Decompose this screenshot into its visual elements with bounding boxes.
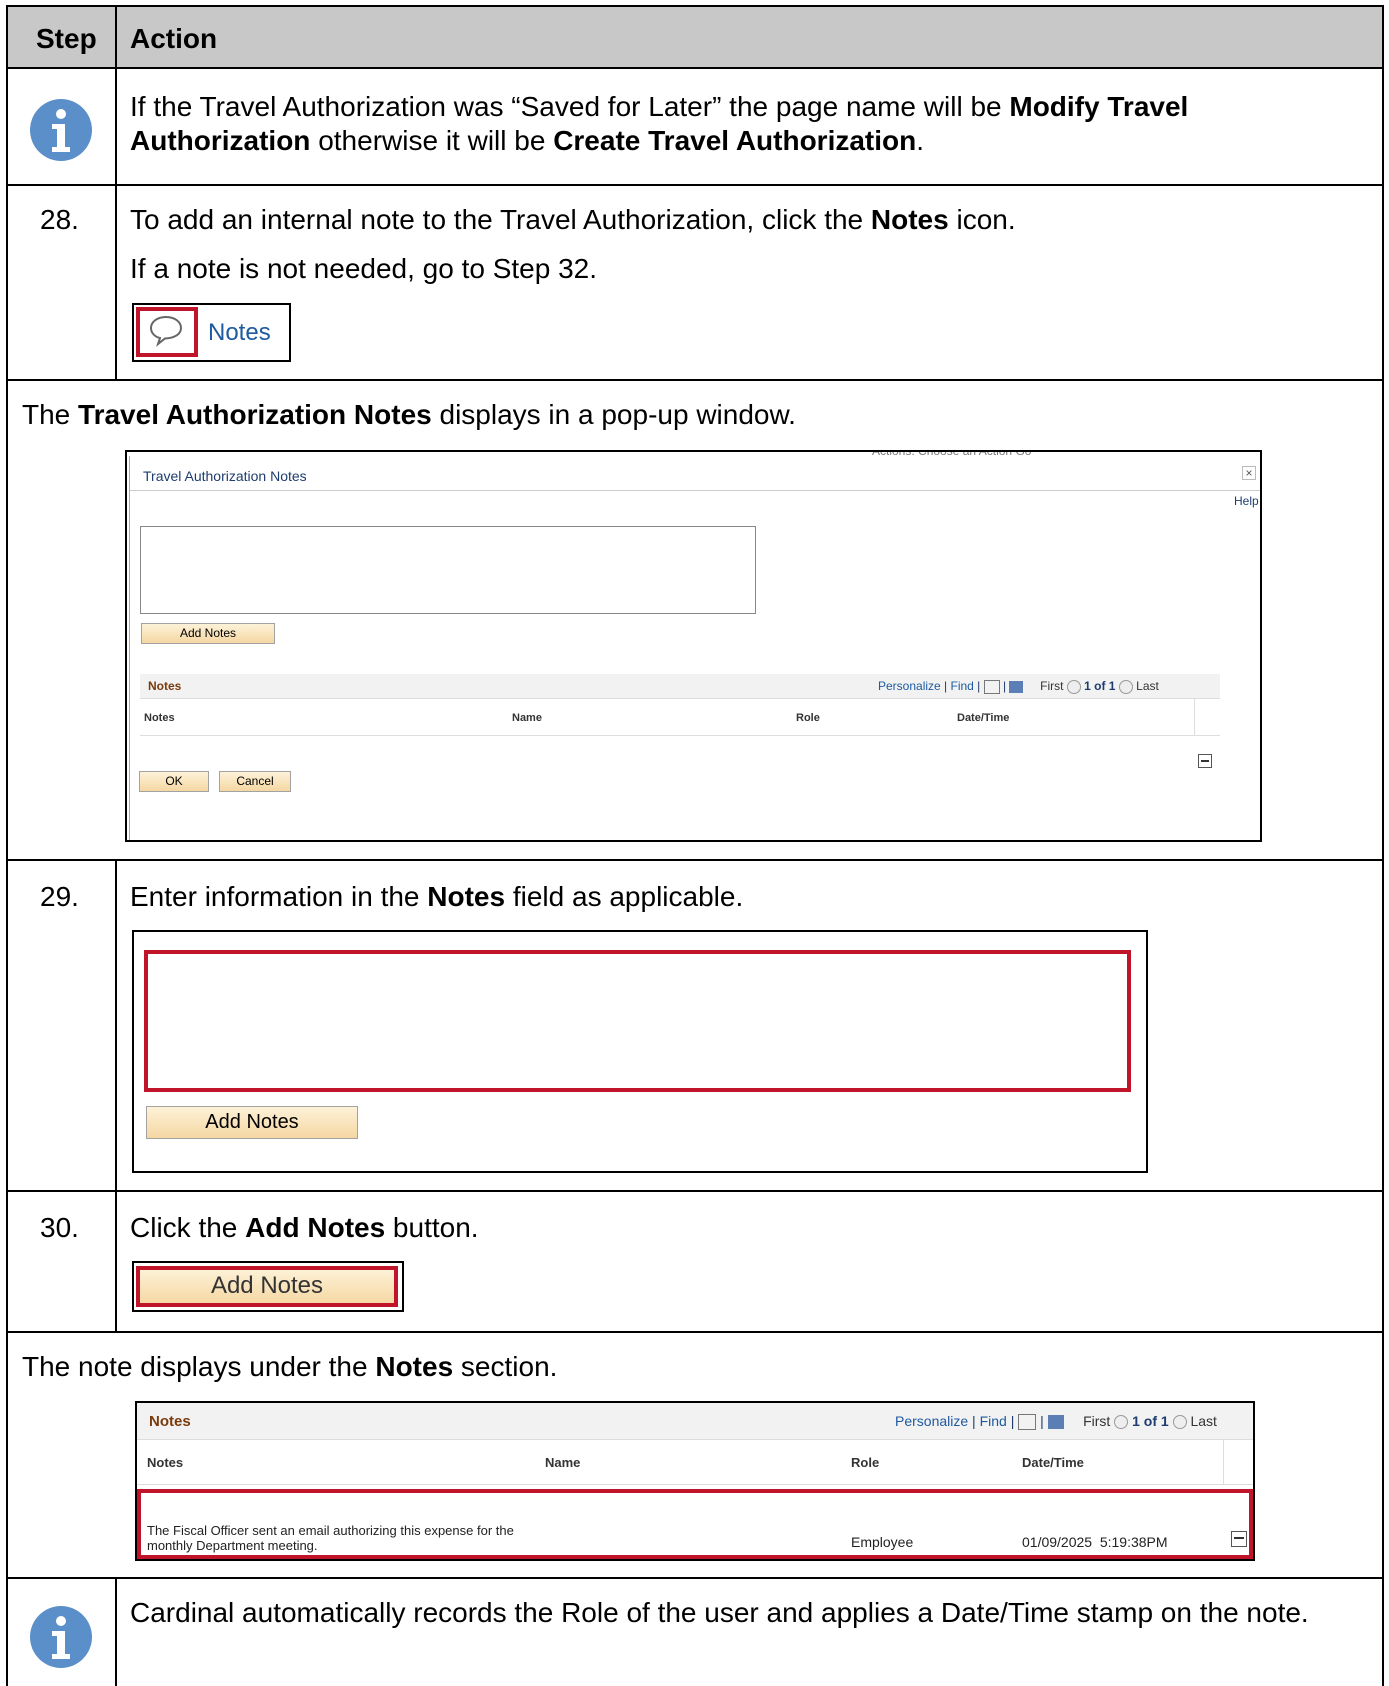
download-icon[interactable] bbox=[1009, 680, 1024, 693]
row-count: 1 of 1 bbox=[1084, 679, 1116, 693]
popup-title-rule bbox=[130, 490, 1260, 491]
view-all-icon[interactable] bbox=[983, 679, 1000, 694]
grid-col-sep bbox=[1194, 698, 1195, 736]
col-name: Name bbox=[512, 712, 542, 724]
next-icon[interactable] bbox=[1172, 1415, 1187, 1430]
grid-nav: Personalize | Find | | First 1 of 1 Last bbox=[878, 679, 1159, 694]
first-label: First bbox=[1040, 679, 1064, 693]
add-notes-highlight bbox=[136, 1266, 398, 1307]
info-icon bbox=[30, 99, 92, 161]
next-icon[interactable] bbox=[1118, 679, 1133, 694]
new-note-highlight bbox=[137, 1489, 1253, 1559]
notes-field-screenshot: Add Notes bbox=[132, 930, 1148, 1173]
add-notes-screenshot: Add Notes bbox=[132, 1261, 404, 1312]
step-number: 30. bbox=[40, 1212, 79, 1243]
popup-screenshot: Actions: Choose an Action Go Travel Auth… bbox=[125, 450, 1262, 842]
add-notes-button[interactable]: Add Notes bbox=[141, 623, 275, 644]
grid-title: Notes bbox=[148, 679, 182, 693]
prev-icon[interactable] bbox=[1066, 679, 1081, 694]
first-label: First bbox=[1083, 1413, 1111, 1429]
row-divider bbox=[6, 859, 1384, 861]
header-col-line bbox=[115, 7, 117, 67]
speech-bubble-icon[interactable] bbox=[148, 313, 184, 347]
col-name: Name bbox=[545, 1455, 581, 1470]
view-all-icon[interactable] bbox=[1018, 1414, 1037, 1431]
col-datetime: Date/Time bbox=[957, 712, 1010, 724]
col-notes: Notes bbox=[144, 712, 175, 724]
personalize-link[interactable]: Personalize bbox=[878, 679, 941, 693]
col-line bbox=[115, 186, 117, 379]
notes-textarea[interactable] bbox=[140, 526, 756, 614]
grid-header-row bbox=[137, 1439, 1253, 1485]
header-divider bbox=[6, 67, 1384, 69]
header-action: Action bbox=[130, 23, 218, 54]
row-divider bbox=[6, 379, 1384, 381]
row-divider bbox=[6, 184, 1384, 186]
step-number: 29. bbox=[40, 881, 79, 912]
grid-nav: Personalize | Find | | First 1 of 1 Last bbox=[895, 1413, 1217, 1431]
cancel-button[interactable]: Cancel bbox=[219, 771, 291, 792]
grid-header-row bbox=[140, 698, 1220, 736]
prev-icon[interactable] bbox=[1114, 1415, 1129, 1430]
notes-textarea-highlight bbox=[144, 950, 1131, 1092]
download-icon[interactable] bbox=[1047, 1415, 1064, 1430]
header-step: Step bbox=[36, 23, 97, 54]
col-line bbox=[115, 861, 117, 1190]
col-role: Role bbox=[851, 1455, 880, 1470]
step-29-text: Enter information in the Notes field as … bbox=[130, 881, 744, 912]
popup-intro-text: The Travel Authorization Notes displays … bbox=[22, 399, 796, 430]
row-divider bbox=[6, 1577, 1384, 1579]
row-divider bbox=[6, 1331, 1384, 1333]
col-notes: Notes bbox=[147, 1455, 184, 1470]
col-datetime: Date/Time bbox=[1022, 1455, 1084, 1470]
step-28-text: To add an internal note to the Travel Au… bbox=[130, 204, 1016, 235]
ok-button[interactable]: OK bbox=[139, 771, 209, 792]
row-count: 1 of 1 bbox=[1132, 1413, 1169, 1429]
info-icon bbox=[30, 1606, 92, 1668]
popup-title: Travel Authorization Notes bbox=[143, 468, 307, 484]
delete-row-icon[interactable] bbox=[1198, 754, 1212, 768]
help-link[interactable]: Help bbox=[1234, 494, 1259, 508]
find-link[interactable]: Find bbox=[980, 1413, 1007, 1429]
add-notes-button[interactable]: Add Notes bbox=[146, 1106, 358, 1139]
step-30-text: Click the Add Notes button. bbox=[130, 1212, 479, 1243]
col-line bbox=[115, 69, 117, 184]
close-icon[interactable]: × bbox=[1242, 466, 1256, 480]
popup-window: Travel Authorization Notes × Help Add No… bbox=[129, 456, 1260, 840]
step-number: 28. bbox=[40, 204, 79, 235]
notes-grid-screenshot: Notes Personalize | Find | | First 1 of … bbox=[135, 1401, 1255, 1561]
notes-link-screenshot: Notes bbox=[132, 303, 291, 362]
col-line bbox=[115, 1579, 117, 1686]
col-line bbox=[115, 1192, 117, 1331]
result-intro-text: The note displays under the Notes sectio… bbox=[22, 1351, 558, 1382]
row-divider bbox=[6, 1190, 1384, 1192]
notes-link[interactable]: Notes bbox=[208, 319, 271, 347]
last-label: Last bbox=[1136, 679, 1159, 693]
grid-title: Notes bbox=[149, 1413, 191, 1430]
step-28-note: If a note is not needed, go to Step 32. bbox=[130, 253, 598, 284]
find-link[interactable]: Find bbox=[951, 679, 974, 693]
info-text-2: Cardinal automatically records the Role … bbox=[130, 1597, 1309, 1628]
personalize-link[interactable]: Personalize bbox=[895, 1413, 968, 1429]
info-text-1: If the Travel Authorization was “Saved f… bbox=[130, 91, 1189, 156]
notes-grid: Notes Personalize | Find | | First 1 of … bbox=[140, 674, 1220, 768]
col-role: Role bbox=[796, 712, 820, 724]
last-label: Last bbox=[1190, 1413, 1217, 1429]
grid-col-sep bbox=[1223, 1439, 1224, 1485]
